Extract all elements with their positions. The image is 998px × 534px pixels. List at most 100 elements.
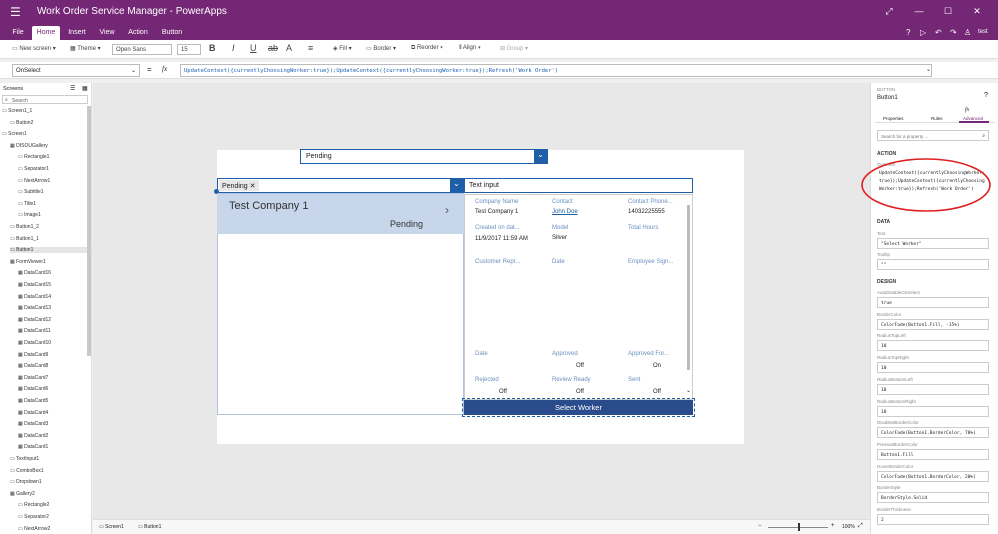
- font-select[interactable]: Open Sans: [112, 44, 172, 55]
- design-prop-value[interactable]: BorderStyle.Solid: [877, 492, 989, 504]
- help-icon[interactable]: ?: [984, 92, 988, 99]
- tree-item[interactable]: ▭ Rectangle2: [18, 502, 49, 508]
- tree-item[interactable]: ▭ Separator1: [18, 166, 49, 172]
- tree-item[interactable]: ▦ DataCard5: [18, 398, 48, 404]
- tab-action[interactable]: Action: [124, 26, 152, 40]
- zoom-slider-thumb[interactable]: [798, 523, 800, 531]
- tree-item[interactable]: ▭ TextInput1: [10, 456, 39, 462]
- theme-button[interactable]: ▦ Theme ▾: [70, 45, 101, 52]
- tree-item[interactable]: ▦ DataCard15: [18, 282, 51, 288]
- design-prop-value[interactable]: 10: [877, 405, 989, 417]
- tree-item[interactable]: ▦ DataCard2: [18, 433, 48, 439]
- fill-button[interactable]: ◈ Fill ▾: [333, 45, 352, 52]
- tooltip-prop-value[interactable]: "": [877, 259, 989, 270]
- tree-item[interactable]: ▭ Title1: [18, 201, 36, 207]
- chevron-down-icon[interactable]: ⌄: [534, 150, 547, 163]
- tree-item[interactable]: ▭ Button2: [10, 120, 33, 126]
- tab-insert[interactable]: Insert: [64, 26, 90, 40]
- maximize-icon[interactable]: ☐: [941, 6, 955, 17]
- close-icon[interactable]: ✕: [970, 6, 984, 17]
- bold-button[interactable]: B: [209, 43, 216, 53]
- tree-item[interactable]: ▭ Separator2: [18, 514, 49, 520]
- zoom-in-icon[interactable]: +: [831, 523, 835, 529]
- tree-item[interactable]: ▭ Rectangle1: [18, 154, 49, 160]
- tree-item[interactable]: ▦ FormViewer1: [10, 259, 46, 265]
- text-input[interactable]: Text input: [464, 178, 693, 193]
- tree-item[interactable]: ▭ NextArrow1: [18, 178, 50, 184]
- tree-item[interactable]: ▦ DataCard12: [18, 317, 51, 323]
- tree-item[interactable]: ▦ DataCard11: [18, 328, 51, 334]
- property-select[interactable]: OnSelect ⌄: [12, 64, 140, 77]
- redo-icon[interactable]: ↷: [950, 28, 957, 37]
- menu-icon[interactable]: ☰: [10, 5, 21, 19]
- expand-formula-icon[interactable]: ⌄: [926, 66, 931, 73]
- group-button[interactable]: ⊞ Group ▾: [500, 45, 528, 52]
- formula-input[interactable]: UpdateContext({currentlyChoosingWorker:t…: [180, 64, 932, 77]
- tab-rules[interactable]: Rules: [931, 116, 943, 121]
- design-prop-value[interactable]: 10: [877, 362, 989, 374]
- align-button[interactable]: ⫴ Align ▾: [459, 45, 481, 52]
- tree-item[interactable]: ▦ DataCard4: [18, 410, 48, 416]
- fit-screen-icon[interactable]: ⤢: [858, 523, 863, 530]
- tree-item[interactable]: ▭ Screen1_1: [2, 108, 32, 114]
- tab-view[interactable]: View: [95, 26, 119, 40]
- tree-search-input[interactable]: ⌕ Search: [2, 95, 88, 104]
- reorder-button[interactable]: ⧉ Reorder ▾: [411, 45, 443, 52]
- design-prop-value[interactable]: ColorFade(Button1.BorderColor, 70%): [877, 427, 989, 439]
- tree-item[interactable]: ▦ DataCard13: [18, 305, 51, 311]
- property-search-input[interactable]: Search for a property ... ⌕: [877, 130, 989, 141]
- design-prop-value[interactable]: 10: [877, 383, 989, 395]
- list-view-icon[interactable]: ☰: [70, 85, 75, 92]
- status-screen[interactable]: ▭ Screen1: [99, 524, 124, 530]
- tree-item[interactable]: ▭ NextArrow2: [18, 526, 50, 532]
- worker-combobox[interactable]: Pending ✕ ⌄: [217, 178, 464, 193]
- tree-item[interactable]: ▭ Subtitle1: [18, 189, 44, 195]
- zoom-out-icon[interactable]: −: [758, 523, 762, 529]
- border-button[interactable]: ▭ Border ▾: [366, 45, 396, 52]
- status-control[interactable]: ▭ Button1: [138, 524, 161, 530]
- scroll-down-icon[interactable]: ⌄: [686, 387, 691, 394]
- tree-item[interactable]: ▭ Screen1: [2, 131, 27, 137]
- expand-icon[interactable]: ⤢: [882, 6, 896, 17]
- status-dropdown[interactable]: Pending ⌄: [300, 149, 548, 164]
- tree-item[interactable]: ▦ DataCard8: [18, 363, 48, 369]
- tree-item[interactable]: ▦ DataCard6: [18, 386, 48, 392]
- tree-item[interactable]: ▦ DataCard14: [18, 294, 51, 300]
- tree-item[interactable]: ▦ DISOUGallery: [10, 143, 48, 149]
- design-prop-value[interactable]: ColorFade(Button1.Fill, -15%): [877, 318, 989, 330]
- font-size-select[interactable]: 15: [177, 44, 201, 55]
- tree-item[interactable]: ▭ Button1: [10, 247, 98, 254]
- design-prop-value[interactable]: Button1.Fill: [877, 448, 989, 460]
- tree-item[interactable]: ▭ Button1_2: [10, 224, 39, 230]
- value-contact[interactable]: John Doe: [552, 209, 578, 215]
- design-prop-value[interactable]: 2: [877, 514, 989, 525]
- tab-button[interactable]: Button: [157, 26, 187, 40]
- text-prop-value[interactable]: "Select Worker": [877, 238, 989, 249]
- tree-item[interactable]: ▦ DataCard10: [18, 340, 51, 346]
- user-icon[interactable]: ♙: [964, 28, 971, 37]
- tab-home[interactable]: Home: [32, 26, 60, 40]
- chevron-down-icon[interactable]: ⌄: [450, 179, 463, 192]
- tree-item[interactable]: ▦ DataCard9: [18, 352, 48, 358]
- tree-item[interactable]: ▭ Button1_1: [10, 236, 39, 242]
- undo-icon[interactable]: ↶: [935, 28, 942, 37]
- strikethrough-button[interactable]: ab: [268, 43, 278, 53]
- minimize-icon[interactable]: —: [912, 6, 926, 16]
- font-color-button[interactable]: A: [286, 43, 292, 53]
- gallery-item[interactable]: Test Company 1 Pending ›: [217, 194, 464, 234]
- close-icon[interactable]: ✕: [250, 183, 256, 190]
- tree-item[interactable]: ▭ ComboBox1: [10, 468, 44, 474]
- help-icon[interactable]: ?: [906, 28, 910, 37]
- tree-item[interactable]: ▦ Gallery2: [10, 491, 35, 497]
- italic-button[interactable]: I: [232, 43, 235, 53]
- tab-properties[interactable]: Properties: [883, 116, 904, 121]
- design-prop-value[interactable]: 10: [877, 340, 989, 352]
- play-icon[interactable]: ▷: [920, 28, 926, 37]
- tree-item[interactable]: ▭ Dropdown1: [10, 479, 42, 485]
- thumbnail-view-icon[interactable]: ▦: [82, 85, 88, 92]
- next-arrow-icon[interactable]: ›: [445, 203, 449, 217]
- underline-button[interactable]: U: [250, 43, 257, 53]
- tree-item[interactable]: ▦ DataCard1: [18, 444, 48, 450]
- align-text-button[interactable]: ≡: [308, 43, 313, 53]
- new-screen-button[interactable]: ▭ New screen ▾: [12, 45, 56, 52]
